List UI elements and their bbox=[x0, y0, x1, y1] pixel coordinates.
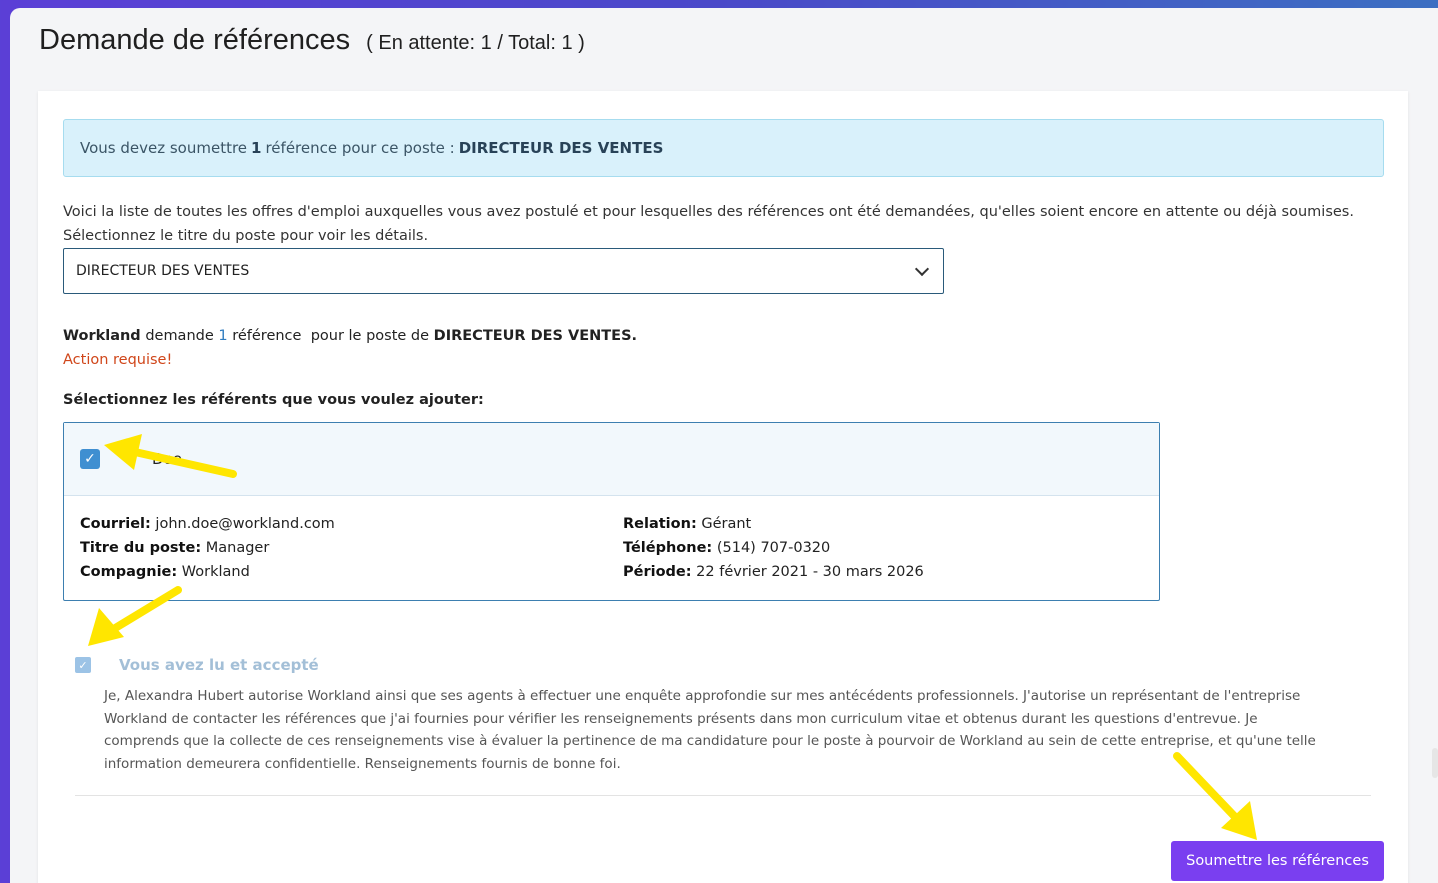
referent-details: Courriel: john.doe@workland.com Titre du… bbox=[64, 496, 1159, 600]
banner-count: 1 bbox=[251, 139, 262, 157]
job-select[interactable]: DIRECTEUR DES VENTES bbox=[63, 248, 944, 294]
job-title-label: Titre du poste: bbox=[80, 540, 202, 556]
references-card: Vous devez soumettre 1 référence pour ce… bbox=[38, 91, 1408, 883]
request-line: Workland demande 1 référence pour le pos… bbox=[63, 328, 637, 344]
chevron-down-icon bbox=[914, 261, 930, 276]
referent-name: Doe bbox=[152, 450, 182, 468]
phone-label: Téléphone: bbox=[623, 540, 713, 556]
period-label: Période: bbox=[623, 564, 692, 580]
referent-phone: (514) 707-0320 bbox=[716, 540, 831, 556]
referent-header[interactable]: ✓ Doe bbox=[64, 423, 1159, 496]
job-select-value: DIRECTEUR DES VENTES bbox=[76, 263, 250, 279]
check-icon: ✓ bbox=[84, 451, 96, 467]
description-text: Voici la liste de toutes les offres d'em… bbox=[63, 204, 1354, 244]
page-title-text: Demande de références bbox=[39, 24, 351, 56]
page-title: Demande de références ( En attente: 1 / … bbox=[39, 24, 585, 57]
request-verb: demande bbox=[145, 328, 214, 344]
referent-period: 22 février 2021 - 30 mars 2026 bbox=[696, 564, 924, 580]
referent-job-title: Manager bbox=[205, 540, 270, 556]
banner-position: DIRECTEUR DES VENTES bbox=[458, 139, 664, 157]
referent-details-left: Courriel: john.doe@workland.com Titre du… bbox=[80, 512, 335, 584]
referent-email: john.doe@workland.com bbox=[155, 516, 335, 532]
scrollbar-edge[interactable] bbox=[1432, 748, 1438, 778]
info-banner: Vous devez soumettre 1 référence pour ce… bbox=[63, 119, 1384, 177]
request-count: 1 bbox=[218, 328, 228, 344]
referent-company-row: Compagnie: Workland bbox=[80, 560, 335, 584]
check-icon: ✓ bbox=[78, 658, 88, 672]
divider bbox=[75, 795, 1371, 796]
request-unit: référence bbox=[232, 328, 302, 344]
select-referents-title: Sélectionnez les référents que vous voul… bbox=[63, 392, 484, 408]
referent-period-row: Période: 22 février 2021 - 30 mars 2026 bbox=[623, 560, 924, 584]
consent-checkbox[interactable]: ✓ bbox=[75, 657, 91, 673]
referent-company: Workland bbox=[181, 564, 250, 580]
submit-references-button[interactable]: Soumettre les références bbox=[1171, 841, 1384, 881]
banner-prefix: Vous devez soumettre bbox=[80, 139, 248, 157]
relation-label: Relation: bbox=[623, 516, 697, 532]
referent-checkbox[interactable]: ✓ bbox=[80, 449, 100, 469]
referent-email-row: Courriel: john.doe@workland.com bbox=[80, 512, 335, 536]
consent-label[interactable]: Vous avez lu et accepté bbox=[119, 656, 319, 674]
pending-total-counts: ( En attente: 1 / Total: 1 ) bbox=[366, 32, 585, 54]
referent-relation: Gérant bbox=[701, 516, 752, 532]
referent-phone-row: Téléphone: (514) 707-0320 bbox=[623, 536, 924, 560]
action-required: Action requise! bbox=[63, 352, 173, 368]
banner-middle: référence pour ce poste : bbox=[265, 139, 455, 157]
consent-text: Je, Alexandra Hubert autorise Workland a… bbox=[104, 688, 1316, 772]
request-middle: pour le poste de bbox=[310, 328, 430, 344]
app-frame: Demande de références ( En attente: 1 / … bbox=[10, 8, 1438, 883]
email-label: Courriel: bbox=[80, 516, 151, 532]
request-position: DIRECTEUR DES VENTES. bbox=[433, 328, 638, 344]
referent-details-right: Relation: Gérant Téléphone: (514) 707-03… bbox=[623, 512, 924, 584]
company-label: Compagnie: bbox=[80, 564, 178, 580]
request-company: Workland bbox=[63, 328, 141, 344]
referent-job-row: Titre du poste: Manager bbox=[80, 536, 335, 560]
referent-relation-row: Relation: Gérant bbox=[623, 512, 924, 536]
referent-card: ✓ Doe Courriel: john.doe@workland.com Ti… bbox=[63, 422, 1160, 601]
